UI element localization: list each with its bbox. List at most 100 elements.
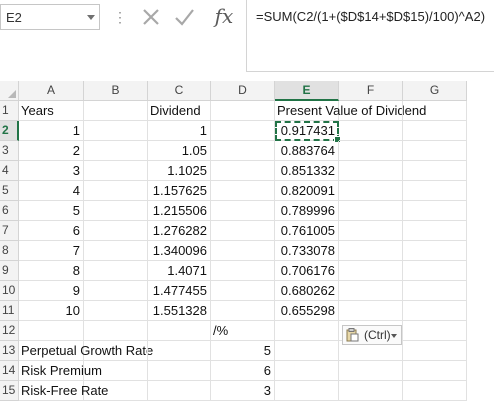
cell-e1[interactable]: Present Value of Dividend bbox=[275, 101, 426, 121]
cell-g13[interactable] bbox=[403, 341, 467, 361]
name-box-dropdown-icon[interactable] bbox=[87, 15, 95, 20]
cell-d9[interactable] bbox=[211, 261, 275, 281]
cell-a9[interactable]: 8 bbox=[19, 261, 84, 281]
cell-a4[interactable]: 3 bbox=[19, 161, 84, 181]
paste-options-button[interactable]: (Ctrl) bbox=[342, 325, 402, 345]
cell-b10[interactable] bbox=[84, 281, 148, 301]
cell-b13[interactable] bbox=[84, 341, 148, 361]
column-header-g[interactable]: G bbox=[403, 81, 467, 101]
formula-bar-grip-icon[interactable]: ⋮ bbox=[113, 7, 127, 27]
cell-b1[interactable] bbox=[84, 101, 148, 121]
cell-e11[interactable]: 0.655298 bbox=[275, 301, 339, 321]
column-header-f[interactable]: F bbox=[339, 81, 403, 101]
cell-f11[interactable] bbox=[339, 301, 403, 321]
cell-c15[interactable] bbox=[148, 381, 211, 401]
row-header-7[interactable]: 7 bbox=[0, 221, 19, 241]
cell-e15[interactable] bbox=[275, 381, 339, 401]
row-header-15[interactable]: 15 bbox=[0, 381, 19, 401]
cell-d5[interactable] bbox=[211, 181, 275, 201]
cell-a11[interactable]: 10 bbox=[19, 301, 84, 321]
cell-b4[interactable] bbox=[84, 161, 148, 181]
cell-a5[interactable]: 4 bbox=[19, 181, 84, 201]
cell-e6[interactable]: 0.789996 bbox=[275, 201, 339, 221]
cell-b3[interactable] bbox=[84, 141, 148, 161]
row-header-4[interactable]: 4 bbox=[0, 161, 19, 181]
cell-e4[interactable]: 0.851332 bbox=[275, 161, 339, 181]
cell-b6[interactable] bbox=[84, 201, 148, 221]
cell-g10[interactable] bbox=[403, 281, 467, 301]
cell-g9[interactable] bbox=[403, 261, 467, 281]
cell-a10[interactable]: 9 bbox=[19, 281, 84, 301]
cell-f4[interactable] bbox=[339, 161, 403, 181]
cell-e2[interactable]: 0.917431 bbox=[275, 121, 341, 143]
row-header-14[interactable]: 14 bbox=[0, 361, 19, 381]
cell-a12[interactable] bbox=[19, 321, 84, 341]
cell-a3[interactable]: 2 bbox=[19, 141, 84, 161]
cell-g15[interactable] bbox=[403, 381, 467, 401]
cell-f9[interactable] bbox=[339, 261, 403, 281]
cell-e13[interactable] bbox=[275, 341, 339, 361]
cell-f10[interactable] bbox=[339, 281, 403, 301]
cell-f6[interactable] bbox=[339, 201, 403, 221]
cell-f7[interactable] bbox=[339, 221, 403, 241]
column-header-a[interactable]: A bbox=[19, 81, 84, 101]
select-all-corner[interactable] bbox=[0, 81, 19, 101]
row-header-9[interactable]: 9 bbox=[0, 261, 19, 281]
confirm-entry-icon[interactable] bbox=[173, 6, 195, 28]
cell-f15[interactable] bbox=[339, 381, 403, 401]
cell-a7[interactable]: 6 bbox=[19, 221, 84, 241]
cell-d1[interactable] bbox=[211, 101, 275, 121]
cell-c14[interactable] bbox=[148, 361, 211, 381]
column-header-b[interactable]: B bbox=[84, 81, 148, 101]
cell-g2[interactable] bbox=[403, 121, 467, 141]
formula-bar[interactable]: =SUM(C2/(1+($D$14+$D$15)/100)^A2) bbox=[246, 0, 494, 72]
row-header-6[interactable]: 6 bbox=[0, 201, 19, 221]
cell-e5[interactable]: 0.820091 bbox=[275, 181, 339, 201]
cell-c6[interactable]: 1.215506 bbox=[148, 201, 211, 221]
cell-d14[interactable]: 6 bbox=[211, 361, 275, 381]
cell-g8[interactable] bbox=[403, 241, 467, 261]
cell-d11[interactable] bbox=[211, 301, 275, 321]
cell-f5[interactable] bbox=[339, 181, 403, 201]
cell-e8[interactable]: 0.733078 bbox=[275, 241, 339, 261]
row-header-11[interactable]: 11 bbox=[0, 301, 19, 321]
cell-d12[interactable]: /% bbox=[211, 321, 275, 341]
cell-b12[interactable] bbox=[84, 321, 148, 341]
row-header-10[interactable]: 10 bbox=[0, 281, 19, 301]
cell-e7[interactable]: 0.761005 bbox=[275, 221, 339, 241]
cell-d3[interactable] bbox=[211, 141, 275, 161]
cell-a13[interactable]: Perpetual Growth Rate bbox=[19, 341, 153, 361]
cell-e9[interactable]: 0.706176 bbox=[275, 261, 339, 281]
cell-a14[interactable]: Risk Premium bbox=[19, 361, 102, 381]
row-header-1[interactable]: 1 bbox=[0, 101, 19, 121]
cell-f8[interactable] bbox=[339, 241, 403, 261]
insert-function-icon[interactable]: fx bbox=[211, 2, 237, 30]
cell-g7[interactable] bbox=[403, 221, 467, 241]
cell-b14[interactable] bbox=[84, 361, 148, 381]
cell-g4[interactable] bbox=[403, 161, 467, 181]
cell-a6[interactable]: 5 bbox=[19, 201, 84, 221]
cell-c8[interactable]: 1.340096 bbox=[148, 241, 211, 261]
cell-e10[interactable]: 0.680262 bbox=[275, 281, 339, 301]
cell-d4[interactable] bbox=[211, 161, 275, 181]
column-header-c[interactable]: C bbox=[148, 81, 211, 101]
cell-d7[interactable] bbox=[211, 221, 275, 241]
cell-b11[interactable] bbox=[84, 301, 148, 321]
row-header-8[interactable]: 8 bbox=[0, 241, 19, 261]
cell-g3[interactable] bbox=[403, 141, 467, 161]
column-header-d[interactable]: D bbox=[211, 81, 275, 101]
row-header-3[interactable]: 3 bbox=[0, 141, 19, 161]
row-header-12[interactable]: 12 bbox=[0, 321, 19, 341]
cell-f1[interactable] bbox=[339, 101, 403, 121]
row-header-13[interactable]: 13 bbox=[0, 341, 19, 361]
cell-c11[interactable]: 1.551328 bbox=[148, 301, 211, 321]
row-header-5[interactable]: 5 bbox=[0, 181, 19, 201]
cell-b2[interactable] bbox=[84, 121, 148, 141]
row-header-2[interactable]: 2 bbox=[0, 121, 19, 141]
cell-c2[interactable]: 1 bbox=[148, 121, 211, 141]
cell-b9[interactable] bbox=[84, 261, 148, 281]
cell-e14[interactable] bbox=[275, 361, 339, 381]
cell-g6[interactable] bbox=[403, 201, 467, 221]
cell-f14[interactable] bbox=[339, 361, 403, 381]
cell-e3[interactable]: 0.883764 bbox=[275, 141, 339, 161]
